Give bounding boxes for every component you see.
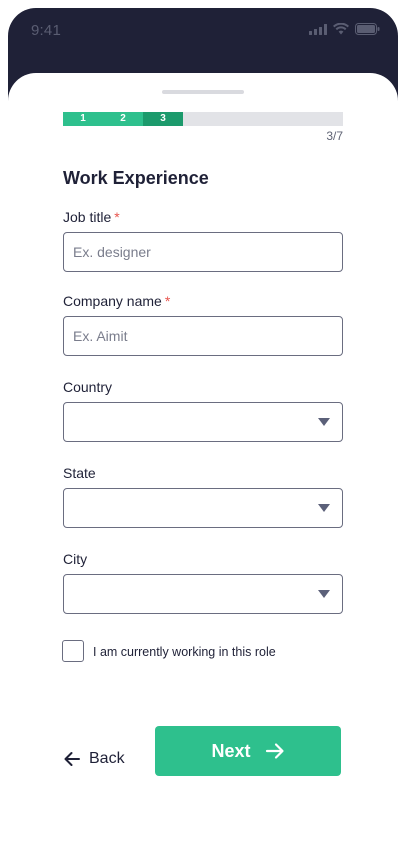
status-bar: 9:41 xyxy=(8,8,398,52)
progress-step-1: 1 xyxy=(63,112,103,126)
chevron-down-icon xyxy=(318,418,330,426)
country-label: Country xyxy=(63,379,113,395)
phone-frame: 9:41 1 2 3 3/7 Work Experience Job title… xyxy=(8,8,398,860)
back-button-label: Back xyxy=(89,750,125,767)
company-name-placeholder: Ex. Aimit xyxy=(73,328,128,344)
current-role-checkbox[interactable] xyxy=(62,640,84,662)
arrow-right-icon xyxy=(265,743,284,759)
required-marker: * xyxy=(114,209,120,225)
company-name-label: Company name * xyxy=(63,293,170,309)
city-label: City xyxy=(63,551,88,567)
sheet-drag-handle[interactable] xyxy=(162,90,244,94)
page-title: Work Experience xyxy=(63,168,209,188)
job-title-label-text: Job title xyxy=(63,209,112,225)
cellular-signal-icon xyxy=(309,23,327,35)
chevron-down-icon xyxy=(318,504,330,512)
company-name-input[interactable]: Ex. Aimit xyxy=(63,316,343,356)
next-button[interactable]: Next xyxy=(155,726,341,776)
job-title-input[interactable]: Ex. designer xyxy=(63,232,343,272)
progress-step-2: 2 xyxy=(103,112,143,126)
state-select[interactable] xyxy=(63,488,343,528)
job-title-placeholder: Ex. designer xyxy=(73,244,151,260)
status-icons xyxy=(309,23,380,35)
progress-bar: 1 2 3 xyxy=(63,112,343,126)
country-select[interactable] xyxy=(63,402,343,442)
company-name-label-text: Company name xyxy=(63,293,162,309)
progress-count: 3/7 xyxy=(326,129,343,143)
state-label: State xyxy=(63,465,96,481)
back-button[interactable]: Back xyxy=(63,734,149,784)
status-time: 9:41 xyxy=(31,22,61,39)
progress-step-3: 3 xyxy=(143,112,183,126)
next-button-label: Next xyxy=(211,740,251,761)
current-role-label[interactable]: I am currently working in this role xyxy=(93,645,276,659)
job-title-label: Job title * xyxy=(63,209,120,225)
chevron-down-icon xyxy=(318,590,330,598)
arrow-left-icon xyxy=(64,752,80,766)
battery-icon xyxy=(355,23,380,35)
required-marker: * xyxy=(164,293,171,309)
form-sheet: 1 2 3 3/7 Work Experience Job title * Ex.… xyxy=(8,73,398,860)
city-select[interactable] xyxy=(63,574,343,614)
wifi-icon xyxy=(333,23,349,35)
